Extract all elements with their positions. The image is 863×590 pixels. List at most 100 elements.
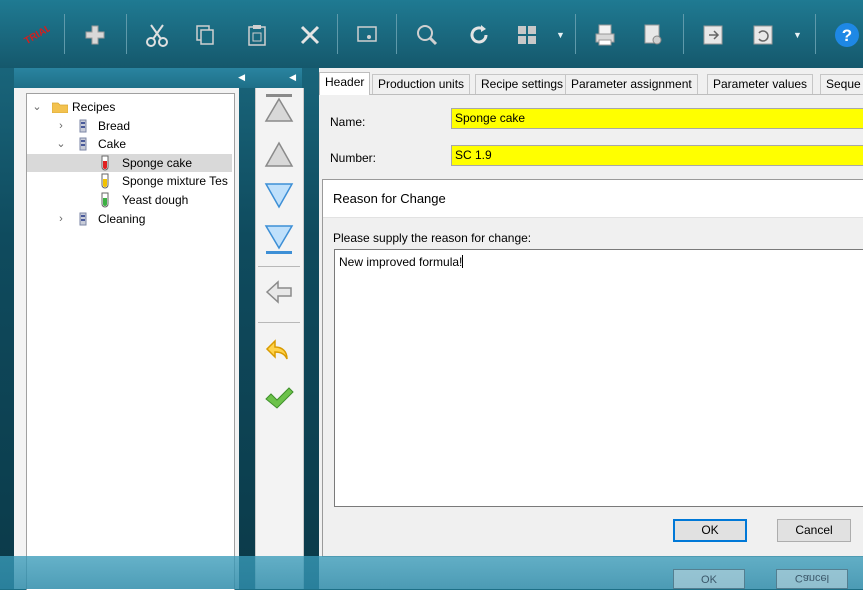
tab-production-units[interactable]: Production units (372, 74, 471, 94)
reason-for-change-dialog: Reason for Change Please supply the reas… (322, 179, 863, 557)
tree-panel-header: ◀ (14, 68, 255, 88)
screen-button[interactable] (350, 18, 384, 52)
add-button[interactable] (78, 18, 112, 52)
grid-icon (518, 26, 536, 44)
confirm-button[interactable] (261, 380, 297, 416)
tree-item-recipes[interactable]: ⌄ Recipes (27, 98, 232, 116)
reason-textarea[interactable]: New improved formula! (334, 249, 863, 507)
move-top-icon (264, 94, 294, 122)
tree-item-label: Yeast dough (122, 193, 189, 207)
back-button[interactable] (261, 274, 297, 310)
search-icon (417, 25, 438, 46)
ghost-cancel-button: Cancel (776, 569, 848, 589)
print-button[interactable] (588, 18, 622, 52)
tree-item-cleaning[interactable]: › Cleaning (27, 210, 232, 228)
export-button[interactable] (696, 18, 730, 52)
reason-text: New improved formula! (339, 255, 463, 269)
tree-item-cake[interactable]: ⌄ Cake (27, 135, 232, 153)
collapse-toggle-icon[interactable]: › (55, 210, 67, 228)
dialog-title: Reason for Change (323, 180, 863, 218)
grid-button[interactable] (510, 18, 544, 52)
tab-sequence[interactable]: Seque (820, 74, 863, 94)
screen-icon (357, 26, 377, 42)
nav-panel (255, 88, 304, 589)
tree-item-yeast-dough[interactable]: Yeast dough (27, 191, 232, 209)
tree-item-label: Sponge mixture Tes (122, 174, 228, 188)
export-icon (703, 25, 723, 45)
help-icon: ? (835, 23, 859, 47)
move-up-button[interactable] (261, 136, 297, 172)
tab-header[interactable]: Header (319, 72, 371, 95)
folder-icon (52, 102, 68, 113)
collapse-toggle-icon[interactable]: › (55, 117, 67, 135)
tab-parameter-values[interactable]: Parameter values (707, 74, 814, 94)
tree-item-sponge-cake[interactable]: Sponge cake (27, 154, 232, 172)
tree-item-label: Recipes (72, 100, 116, 114)
tree-item-label: Sponge cake (122, 156, 193, 170)
copy-button[interactable] (188, 18, 222, 52)
recipe-icon (79, 119, 87, 133)
undo-dropdown-icon[interactable]: ▼ (793, 30, 803, 40)
name-field[interactable]: Sponge cake (451, 108, 863, 129)
move-up-icon (264, 141, 294, 167)
name-label: Name: (330, 115, 366, 129)
delete-icon (300, 25, 320, 45)
main-toolbar: TRIAL ▼ ▼ ? (0, 0, 863, 68)
undo-button[interactable] (746, 18, 780, 52)
tree-item-label: Cake (98, 137, 127, 151)
print-preview-button[interactable] (636, 18, 670, 52)
collapse-nav-icon[interactable]: ◀ (289, 72, 296, 83)
trial-label: TRIAL (23, 23, 50, 47)
copy-icon (196, 25, 214, 45)
add-icon (85, 25, 105, 45)
tree-item-label: Bread (98, 119, 131, 133)
delete-button[interactable] (293, 18, 327, 52)
print-icon (595, 24, 615, 46)
recipe-icon (79, 137, 87, 151)
print-preview-icon (644, 24, 662, 45)
tab-parameter-assignment[interactable]: Parameter assignment (565, 74, 698, 94)
editor-tabs: Header Production units Recipe settings … (319, 72, 863, 95)
undo-arrow-icon (265, 339, 288, 360)
cancel-button[interactable]: Cancel (777, 519, 851, 542)
cut-button[interactable] (140, 18, 174, 52)
grid-dropdown-icon[interactable]: ▼ (556, 30, 566, 40)
tree-item-bread[interactable]: › Bread (27, 117, 232, 135)
yellow-tube-icon (101, 173, 109, 189)
nav-panel-header: ◀ (255, 68, 302, 88)
expand-toggle-icon[interactable]: ⌄ (55, 135, 67, 153)
refresh-button[interactable] (462, 18, 496, 52)
move-down-icon (264, 183, 294, 209)
paste-icon (248, 25, 266, 46)
tree-item-label: Cleaning (98, 212, 146, 226)
collapse-left-icon[interactable]: ◀ (238, 72, 245, 83)
undo-icon (753, 25, 773, 45)
recipe-icon (79, 212, 87, 226)
move-bottom-button[interactable] (261, 222, 297, 258)
paste-button[interactable] (240, 18, 274, 52)
green-tube-icon (101, 192, 109, 208)
undo-changes-button[interactable] (261, 334, 297, 370)
confirm-check-icon (265, 387, 294, 409)
ghost-ok-button: OK (673, 569, 745, 589)
help-button[interactable]: ? (830, 18, 863, 52)
expand-toggle-icon[interactable]: ⌄ (31, 98, 43, 116)
number-label: Number: (330, 151, 377, 165)
trial-stamp-icon: TRIAL (18, 18, 52, 52)
move-bottom-icon (264, 225, 294, 254)
dialog-prompt: Please supply the reason for change: (333, 231, 532, 245)
search-button[interactable] (410, 18, 444, 52)
tab-recipe-settings[interactable]: Recipe settings (475, 74, 570, 94)
tree-item-sponge-mixture[interactable]: Sponge mixture Tes (27, 172, 232, 190)
cut-icon (146, 24, 168, 47)
svg-text:?: ? (842, 26, 852, 45)
red-tube-icon (101, 155, 109, 171)
move-top-button[interactable] (261, 90, 297, 126)
recipe-tree: ⌄ Recipes › Bread ⌄ Cake Sponge cake Spo… (26, 93, 235, 590)
back-arrow-icon (265, 280, 292, 304)
text-caret (462, 255, 464, 268)
refresh-icon (470, 25, 488, 44)
move-down-button[interactable] (261, 178, 297, 214)
ok-button[interactable]: OK (673, 519, 747, 542)
number-field[interactable]: SC 1.9 (451, 145, 863, 166)
